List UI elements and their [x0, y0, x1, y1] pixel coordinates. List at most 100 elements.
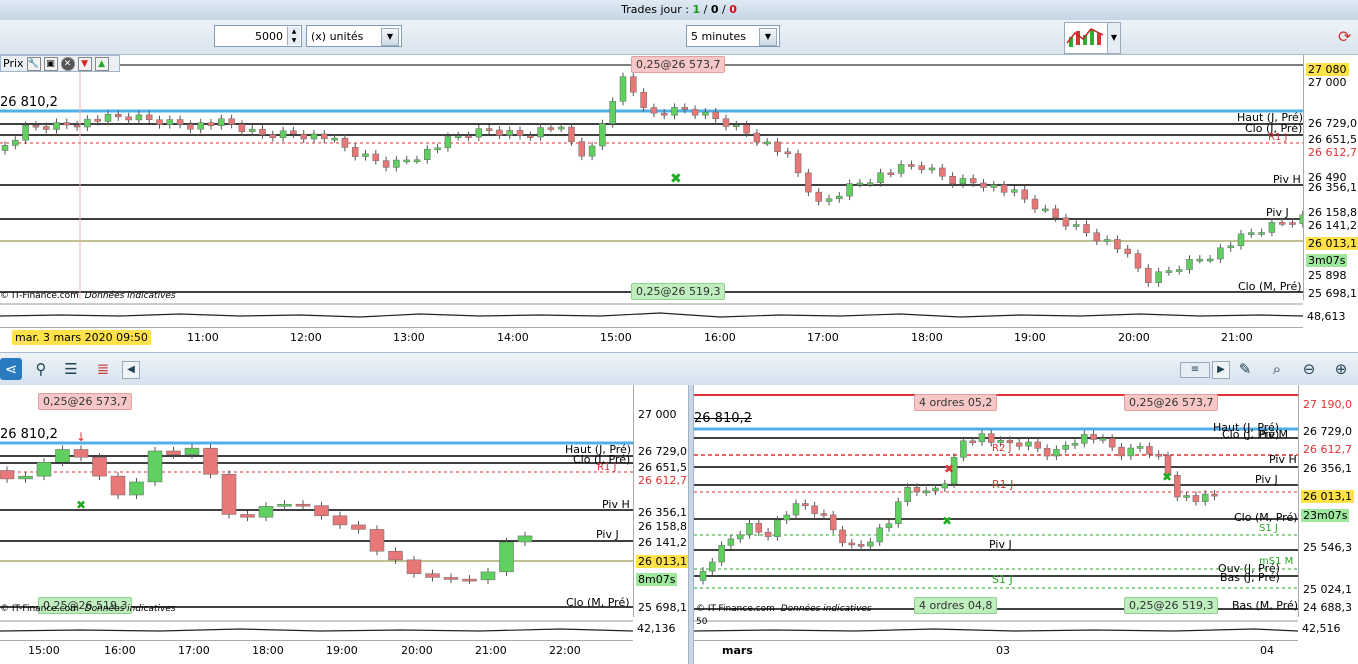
candle — [115, 113, 122, 118]
time-axis[interactable]: mars 03 04 — [694, 640, 1298, 661]
scrollbar-grip-icon[interactable]: ≡ — [1180, 362, 1210, 378]
chevron-down-icon[interactable]: ▼ — [759, 28, 777, 46]
price-tick: 26 158,8 — [638, 520, 687, 533]
candle — [1175, 269, 1183, 272]
zoom-in-icon[interactable]: ⊕ — [1330, 358, 1352, 380]
candle — [588, 145, 596, 157]
candle — [918, 165, 925, 170]
price-scale[interactable]: 27 080 27 000 26 729,0 26 651,5 26 612,7… — [1303, 55, 1358, 300]
candle — [176, 119, 184, 125]
candle — [1031, 198, 1039, 210]
candle — [885, 523, 893, 529]
candle — [702, 111, 709, 116]
candle — [145, 114, 153, 121]
candle — [867, 541, 874, 547]
chart-header: Prix 🔧 ▣ ✕ ▼ ▲ — [0, 55, 120, 72]
watermark: © IT-Finance.com Données indicatives — [0, 291, 176, 301]
unit-value: (x) unités — [311, 30, 364, 43]
orders-price: 05,2 — [967, 396, 993, 409]
candle — [454, 135, 462, 138]
candle — [372, 153, 380, 161]
interval-select[interactable]: 5 minutes ▼ — [686, 25, 780, 47]
arrow-down-icon[interactable]: ▼ — [77, 56, 92, 71]
candle — [277, 503, 292, 507]
candle — [1165, 270, 1173, 273]
candle — [187, 124, 194, 130]
watermark-text: © IT-Finance.com — [0, 604, 79, 614]
price-tick: 27 000 — [638, 408, 677, 421]
chart-tools-bar: ⋖ ⚲ ☰ ≣ ◀ ≡ ▶ ✎ ⌕ ⊖ ⊕ — [0, 352, 1358, 386]
zoom-out-icon[interactable]: ⊖ — [1298, 358, 1320, 380]
top-order-marker[interactable]: 0,25@26 573,7 — [631, 56, 726, 73]
draw-tool-icon[interactable]: ✎ — [1234, 358, 1256, 380]
magnet-icon[interactable]: ⚲ — [30, 358, 52, 380]
candle — [941, 483, 949, 489]
scroll-left-icon[interactable]: ◀ — [122, 361, 140, 379]
chart-type-button[interactable] — [1064, 22, 1108, 54]
level-label-piv-h: Piv H — [1269, 453, 1297, 466]
candle — [22, 124, 29, 141]
quantity-stepper[interactable]: 5000 ▲ ▼ — [214, 25, 302, 47]
price-tick: 26 729,0 — [638, 445, 687, 458]
chart-type-dropdown[interactable]: ▼ — [1107, 22, 1121, 54]
candle — [295, 503, 311, 507]
candle — [876, 527, 883, 543]
wrench-icon[interactable]: 🔧 — [26, 56, 41, 71]
time-tick: 21:00 — [1221, 331, 1253, 344]
price-scale[interactable]: 27 190,0 26 729,0 26 612,7 26 356,1 26 0… — [1298, 385, 1358, 617]
time-tick: 04 — [1260, 644, 1274, 657]
candle — [1196, 258, 1204, 262]
arrow-up-icon[interactable]: ▲ — [94, 56, 109, 71]
close-icon[interactable]: ✕ — [60, 56, 75, 71]
sync-icon[interactable]: ⟳ — [1338, 24, 1358, 50]
price-scale[interactable]: 27 000 26 729,0 26 651,5 26 612,7 26 356… — [633, 385, 688, 617]
candle — [1034, 441, 1042, 449]
layers-icon[interactable]: ≣ — [92, 358, 114, 380]
left-price-chart[interactable]: ✖↓ — [0, 385, 633, 617]
candle — [527, 135, 534, 138]
time-axis[interactable]: mar. 3 mars 2020 09:50 11:00 12:00 13:00… — [0, 327, 1303, 348]
bottom-order-marker[interactable]: 0,25@26 519,3 — [1124, 597, 1219, 614]
level-label-r2-j: R2 J — [992, 443, 1012, 454]
scroll-right-icon[interactable]: ▶ — [1212, 361, 1230, 379]
candle — [660, 112, 668, 116]
candle — [269, 134, 277, 138]
candle — [599, 123, 606, 147]
list-icon[interactable]: ☰ — [60, 358, 82, 380]
top-order-marker[interactable]: 0,25@26 573,7 — [38, 393, 133, 410]
candle — [341, 137, 349, 148]
watermark-text: © IT-Finance.com — [696, 604, 775, 614]
candle — [166, 119, 174, 125]
zoom-fit-icon[interactable]: ⌕ — [1266, 358, 1288, 380]
countdown-tag: 3m07s — [1306, 254, 1348, 267]
candle — [424, 148, 431, 160]
candle — [1136, 446, 1144, 449]
candle — [36, 461, 52, 477]
candle — [238, 124, 246, 132]
candle — [640, 91, 647, 108]
orders-top-marker[interactable]: 4 ordres 05,2 — [914, 394, 998, 411]
last-price-label: 26 810,2 — [0, 95, 58, 110]
time-tick: 13:00 — [393, 331, 425, 344]
share-icon[interactable]: ⋖ — [0, 358, 22, 380]
price-tag-high: 27 080 — [1306, 63, 1349, 76]
candle — [904, 486, 911, 502]
top-order-marker[interactable]: 0,25@26 573,7 — [1124, 394, 1219, 411]
stepper-arrows-icon[interactable]: ▲ ▼ — [287, 27, 300, 45]
bottom-order-marker[interactable]: 0,25@26 519,3 — [631, 283, 726, 300]
candle — [207, 122, 215, 126]
price-tick: 26 729,0 — [1308, 117, 1357, 130]
countdown-tag: 8m07s — [636, 573, 678, 586]
candle — [763, 141, 771, 145]
window-icon[interactable]: ▣ — [43, 56, 58, 71]
candle — [857, 544, 865, 547]
unit-select[interactable]: (x) unités ▼ — [306, 25, 402, 47]
candle — [321, 133, 328, 140]
time-axis[interactable]: 15:00 16:00 17:00 18:00 19:00 20:00 21:0… — [0, 640, 633, 661]
candle — [240, 514, 255, 518]
orders-bottom-marker[interactable]: 4 ordres 04,8 — [914, 597, 998, 614]
price-tick: 26 729,0 — [1303, 425, 1352, 438]
chevron-down-icon[interactable]: ▼ — [381, 28, 399, 46]
candle — [939, 167, 946, 177]
main-price-chart[interactable]: ✖ — [0, 55, 1303, 300]
